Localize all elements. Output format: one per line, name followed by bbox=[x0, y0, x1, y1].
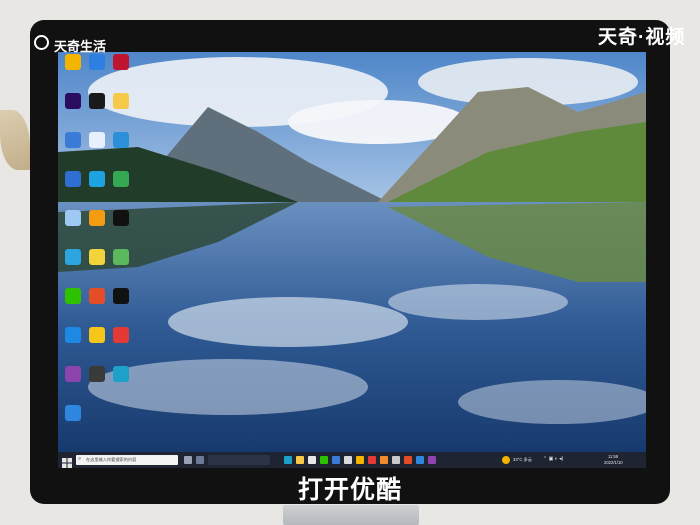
app-icon-8[interactable] bbox=[85, 132, 109, 162]
decor-leaf bbox=[0, 110, 30, 170]
app-icon-26[interactable] bbox=[85, 366, 109, 396]
desktop-wallpaper bbox=[58, 52, 646, 452]
edge-icon[interactable] bbox=[109, 366, 133, 396]
taskbar-app-icon-4[interactable] bbox=[368, 456, 376, 464]
app-icon-16-glyph bbox=[65, 249, 81, 265]
app-icon-25-glyph bbox=[65, 366, 81, 382]
taskbar-mini-window[interactable] bbox=[208, 455, 270, 465]
app-icon-28-glyph bbox=[65, 405, 81, 421]
watermark-logo-text: 天奇生活 bbox=[54, 39, 107, 54]
premiere-icon-glyph bbox=[65, 93, 81, 109]
search-placeholder: 在这里输入你要搜索的内容 bbox=[86, 457, 137, 462]
taskbar-app-icon-6[interactable] bbox=[392, 456, 400, 464]
video-caption: 打开优酷 bbox=[297, 476, 402, 504]
app-icon-3-glyph bbox=[113, 54, 129, 70]
app-icon-23[interactable] bbox=[85, 327, 109, 357]
watermark-brand: 天奇·视频 bbox=[598, 27, 686, 48]
widgets-icon[interactable] bbox=[196, 456, 204, 464]
task-view-icon[interactable] bbox=[184, 456, 192, 464]
desktop-screen: ⌕ 在这里输入你要搜索的内容 33°C 多云 ⌃ ▣ ◐ ◂) 11:58 20… bbox=[58, 52, 646, 468]
qq-icon-glyph bbox=[89, 93, 105, 109]
network-icon-glyph bbox=[65, 132, 81, 148]
store-icon[interactable] bbox=[308, 456, 316, 464]
app-icon-11[interactable] bbox=[85, 171, 109, 201]
app-icon-11-glyph bbox=[89, 171, 105, 187]
app-icon-20-glyph bbox=[89, 288, 105, 304]
tiktok-icon[interactable] bbox=[109, 210, 133, 240]
app-icon-24-glyph bbox=[113, 327, 129, 343]
capcut-icon-glyph bbox=[113, 288, 129, 304]
app-icon-10-glyph bbox=[65, 171, 81, 187]
app-icon-6-glyph bbox=[113, 93, 129, 109]
taskbar-app-icon-8[interactable] bbox=[416, 456, 424, 464]
taskbar-app-icon-2[interactable] bbox=[344, 456, 352, 464]
app-icon-17-glyph bbox=[89, 249, 105, 265]
app-icon-28[interactable] bbox=[61, 405, 85, 435]
clock-time[interactable]: 11:58 bbox=[608, 454, 618, 459]
app-icon-20[interactable] bbox=[85, 288, 109, 318]
logo-q-icon bbox=[34, 35, 49, 50]
app-icon-8-glyph bbox=[89, 132, 105, 148]
app-icon-26-glyph bbox=[89, 366, 105, 382]
app-icon-14[interactable] bbox=[85, 210, 109, 240]
app-icon-18-glyph bbox=[113, 249, 129, 265]
clock-date[interactable]: 2022/1/10 bbox=[604, 460, 623, 465]
weather-text[interactable]: 33°C 多云 bbox=[513, 457, 532, 463]
app-icon-10[interactable] bbox=[61, 171, 85, 201]
app-icon-2[interactable] bbox=[85, 54, 109, 84]
wechat-taskbar-icon[interactable] bbox=[320, 456, 328, 464]
app-icon-14-glyph bbox=[89, 210, 105, 226]
weather-icon bbox=[502, 456, 510, 464]
app-icon-17[interactable] bbox=[85, 249, 109, 279]
app-icon-1-glyph bbox=[65, 54, 81, 70]
desktop-icon-grid bbox=[58, 52, 138, 452]
app-icon-25[interactable] bbox=[61, 366, 85, 396]
app-icon-6[interactable] bbox=[109, 93, 133, 123]
taskbar-app-icon-5[interactable] bbox=[380, 456, 388, 464]
wechat-icon[interactable] bbox=[61, 288, 85, 318]
windows-logo-icon bbox=[62, 458, 72, 468]
shield-icon[interactable] bbox=[61, 327, 85, 357]
capcut-icon[interactable] bbox=[109, 288, 133, 318]
app-icon-9-glyph bbox=[113, 132, 129, 148]
recycle-bin-icon-glyph bbox=[65, 210, 81, 226]
taskbar-app-icon-3[interactable] bbox=[356, 456, 364, 464]
recycle-bin-icon[interactable] bbox=[61, 210, 85, 240]
app-icon-12-glyph bbox=[113, 171, 129, 187]
taskbar-search-box[interactable]: ⌕ 在这里输入你要搜索的内容 bbox=[76, 455, 178, 465]
taskbar-app-icon-9[interactable] bbox=[428, 456, 436, 464]
watermark-logo: 天奇生活 bbox=[34, 34, 124, 54]
file-explorer-icon[interactable] bbox=[296, 456, 304, 464]
shield-icon-glyph bbox=[65, 327, 81, 343]
taskbar-app-icon-1[interactable] bbox=[332, 456, 340, 464]
start-button[interactable] bbox=[62, 455, 72, 468]
app-icon-3[interactable] bbox=[109, 54, 133, 84]
app-icon-12[interactable] bbox=[109, 171, 133, 201]
app-icon-23-glyph bbox=[89, 327, 105, 343]
qq-icon[interactable] bbox=[85, 93, 109, 123]
app-icon-24[interactable] bbox=[109, 327, 133, 357]
taskbar-app-icon-7[interactable] bbox=[404, 456, 412, 464]
wechat-icon-glyph bbox=[65, 288, 81, 304]
app-icon-18[interactable] bbox=[109, 249, 133, 279]
edge-taskbar-icon[interactable] bbox=[284, 456, 292, 464]
monitor-stand bbox=[283, 505, 419, 525]
app-icon-1[interactable] bbox=[61, 54, 85, 84]
search-icon: ⌕ bbox=[78, 456, 82, 462]
app-icon-16[interactable] bbox=[61, 249, 85, 279]
premiere-icon[interactable] bbox=[61, 93, 85, 123]
app-icon-9[interactable] bbox=[109, 132, 133, 162]
app-icon-2-glyph bbox=[89, 54, 105, 70]
network-icon[interactable] bbox=[61, 132, 85, 162]
edge-icon-glyph bbox=[113, 366, 129, 382]
tiktok-icon-glyph bbox=[113, 210, 129, 226]
taskbar: ⌕ 在这里输入你要搜索的内容 33°C 多云 ⌃ ▣ ◐ ◂) 11:58 20… bbox=[58, 452, 646, 468]
tray-icons[interactable]: ⌃ ▣ ◐ ◂) bbox=[543, 456, 563, 462]
